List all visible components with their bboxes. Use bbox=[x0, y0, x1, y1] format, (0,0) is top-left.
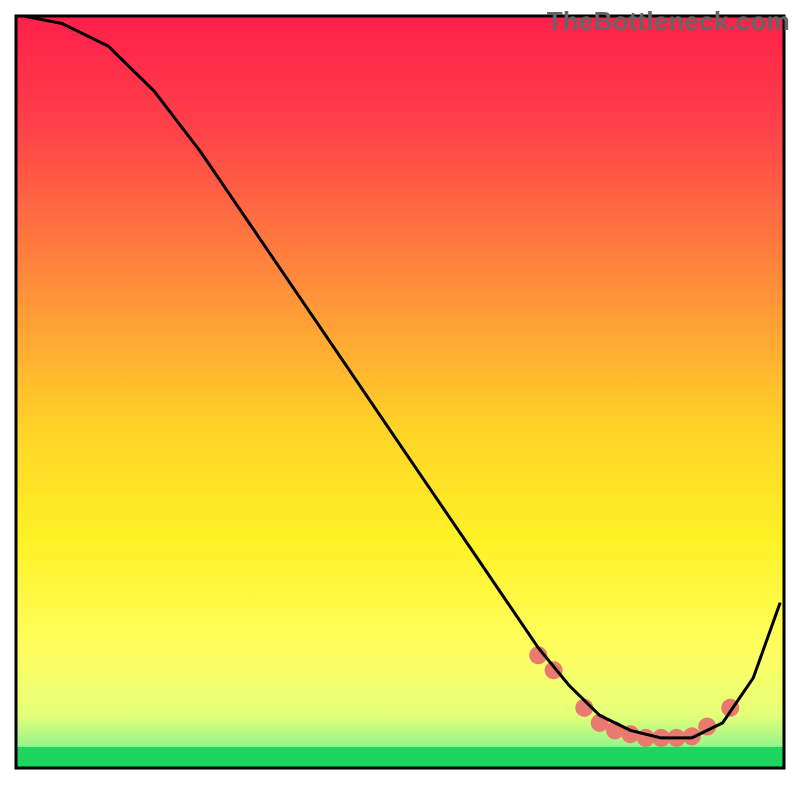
gradient-background bbox=[16, 16, 784, 768]
chart-stage: TheBottleneck.com bbox=[0, 0, 800, 800]
green-bottom-band bbox=[16, 747, 784, 768]
watermark-text: TheBottleneck.com bbox=[547, 6, 790, 37]
bottleneck-chart bbox=[0, 0, 800, 800]
